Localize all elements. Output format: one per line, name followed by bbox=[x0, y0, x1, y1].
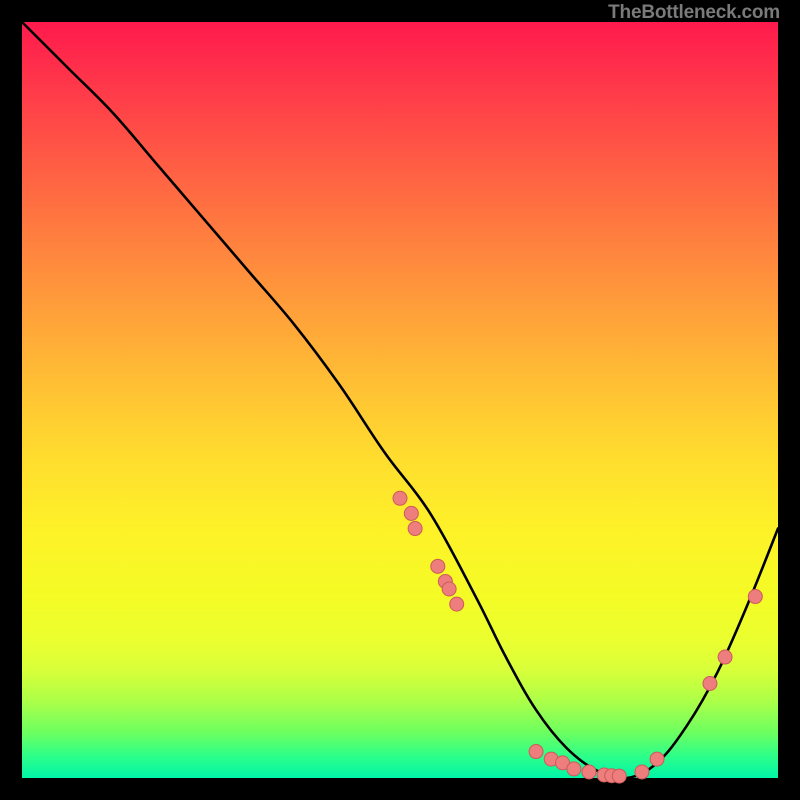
curve-layer bbox=[22, 22, 778, 778]
data-marker bbox=[450, 597, 464, 611]
data-marker bbox=[431, 559, 445, 573]
data-marker bbox=[635, 765, 649, 779]
data-marker bbox=[529, 745, 543, 759]
chart-svg bbox=[22, 22, 778, 778]
data-marker bbox=[442, 582, 456, 596]
data-marker bbox=[703, 677, 717, 691]
data-marker bbox=[404, 506, 418, 520]
data-marker bbox=[408, 522, 422, 536]
marker-layer bbox=[393, 491, 762, 783]
data-marker bbox=[567, 762, 581, 776]
figure-root: TheBottleneck.com bbox=[0, 0, 800, 800]
data-marker bbox=[718, 650, 732, 664]
plot-area bbox=[22, 22, 778, 778]
attribution-text: TheBottleneck.com bbox=[608, 2, 780, 24]
data-marker bbox=[612, 769, 626, 783]
performance-curve bbox=[22, 22, 778, 778]
data-marker bbox=[650, 752, 664, 766]
data-marker bbox=[393, 491, 407, 505]
data-marker bbox=[748, 590, 762, 604]
data-marker bbox=[582, 765, 596, 779]
